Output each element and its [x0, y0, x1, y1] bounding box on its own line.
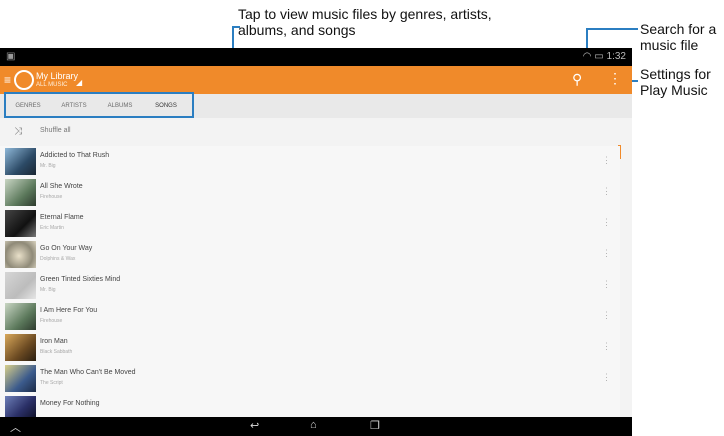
action-bar: ≡ My Library ALL MUSIC ◢ ⚲ ⋮ — [0, 66, 632, 94]
shuffle-all-label: Shuffle all — [40, 127, 71, 134]
item-overflow-icon[interactable]: ⋮ — [602, 248, 611, 259]
song-title: I Am Here For You — [40, 307, 98, 314]
song-title: Iron Man — [40, 338, 68, 345]
album-art — [5, 303, 36, 330]
song-artist: Dolphins & Wax — [40, 256, 76, 262]
library-subtitle: ALL MUSIC — [36, 82, 68, 88]
song-artist: Firehouse — [40, 318, 63, 324]
item-overflow-icon[interactable]: ⋮ — [602, 372, 611, 383]
overflow-menu-icon[interactable]: ⋮ — [608, 70, 622, 87]
album-art — [5, 210, 36, 237]
shuffle-icon: ⤨ — [14, 126, 22, 137]
list-item[interactable]: Iron Man Black Sabbath ⋮ — [0, 332, 620, 364]
song-title: Eternal Flame — [40, 214, 84, 221]
item-overflow-icon[interactable]: ⋮ — [602, 279, 611, 290]
system-nav-bar: ︿ ↩ ⌂ ❐ — [0, 417, 632, 436]
battery-icon: ▭ — [594, 51, 604, 62]
song-title: Money For Nothing — [40, 400, 100, 407]
item-overflow-icon[interactable]: ⋮ — [602, 310, 611, 321]
album-art — [5, 272, 36, 299]
song-title: The Man Who Can't Be Moved — [40, 369, 136, 376]
search-callout-text: Search for a music file — [640, 21, 717, 53]
album-art — [5, 241, 36, 268]
song-title: All She Wrote — [40, 183, 83, 190]
list-item[interactable]: Addicted to That Rush Mr. Big ⋮ — [0, 146, 620, 178]
wifi-icon: ◠ — [582, 51, 592, 62]
song-artist: Eric Martin — [40, 225, 64, 231]
shuffle-all-row[interactable]: ⤨ Shuffle all — [0, 118, 632, 146]
song-title: Go On Your Way — [40, 245, 93, 252]
list-item[interactable]: I Am Here For You Firehouse ⋮ — [0, 301, 620, 333]
recent-apps-icon[interactable]: ❐ — [370, 419, 380, 432]
list-item[interactable]: All She Wrote Firehouse ⋮ — [0, 177, 620, 209]
album-art — [5, 148, 36, 175]
settings-callout-text: Settings for Play Music — [640, 66, 711, 98]
back-icon[interactable]: ↩ — [250, 419, 259, 432]
hide-nav-icon[interactable]: ︿ — [10, 419, 21, 435]
song-artist: Firehouse — [40, 194, 63, 200]
headphones-icon — [14, 70, 34, 90]
item-overflow-icon[interactable]: ⋮ — [602, 186, 611, 197]
song-artist: Mr. Big — [40, 163, 56, 169]
search-callout-line-h — [586, 28, 638, 30]
list-item[interactable]: Money For Nothing — [0, 394, 620, 418]
library-dropdown-caret[interactable]: ◢ — [76, 78, 82, 87]
list-item[interactable]: Go On Your Way Dolphins & Wax ⋮ — [0, 239, 620, 271]
album-art — [5, 334, 36, 361]
tabs-callout-text: Tap to view music files by genres, artis… — [238, 6, 492, 38]
drawer-menu-icon[interactable]: ≡ — [4, 73, 11, 87]
song-title: Green Tinted Sixties Mind — [40, 276, 121, 283]
song-artist: The Script — [40, 380, 63, 386]
tabs-highlight-box — [4, 92, 194, 118]
list-item[interactable]: Eternal Flame Eric Martin ⋮ — [0, 208, 620, 240]
album-art — [5, 365, 36, 392]
song-artist: Mr. Big — [40, 287, 56, 293]
notification-icon: ▣ — [6, 51, 16, 62]
item-overflow-icon[interactable]: ⋮ — [602, 341, 611, 352]
item-overflow-icon[interactable]: ⋮ — [602, 155, 611, 166]
home-icon[interactable]: ⌂ — [310, 419, 317, 431]
list-item[interactable]: The Man Who Can't Be Moved The Script ⋮ — [0, 363, 620, 395]
album-art — [5, 179, 36, 206]
library-title[interactable]: My Library — [36, 71, 78, 81]
status-time: ◠ ▭ 1:32 — [582, 51, 626, 62]
song-title: Addicted to That Rush — [40, 152, 110, 159]
song-artist: Black Sabbath — [40, 349, 73, 355]
list-item[interactable]: Green Tinted Sixties Mind Mr. Big ⋮ — [0, 270, 620, 302]
album-art — [5, 396, 36, 417]
item-overflow-icon[interactable]: ⋮ — [602, 217, 611, 228]
status-bar: ▣ ◠ ▭ 1:32 — [0, 48, 632, 66]
search-icon[interactable]: ⚲ — [572, 71, 582, 88]
